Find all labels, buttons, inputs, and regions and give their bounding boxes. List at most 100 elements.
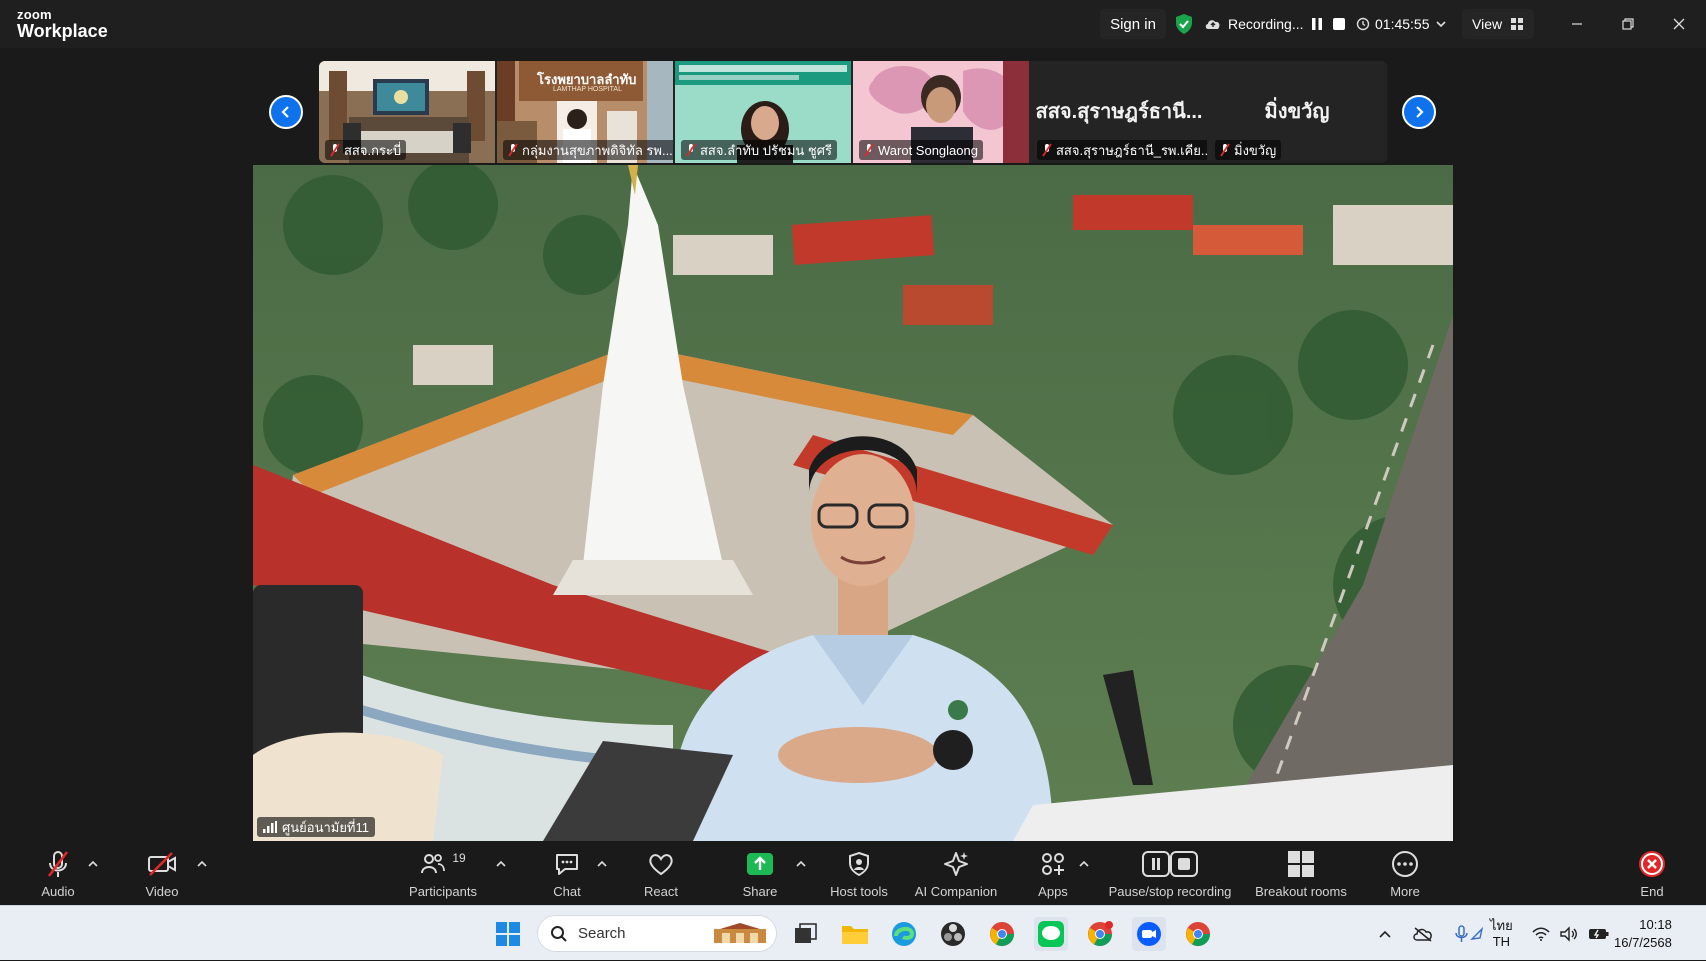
windows-start-icon[interactable] [491,917,525,951]
react-button[interactable]: React [640,843,682,905]
file-explorer-icon[interactable] [838,917,872,951]
participant-name-label: สสจ.สุราษฎร์ธานี_รพ.เคีย... [1037,140,1207,160]
muted-mic-icon [686,143,696,157]
taskbar-clock[interactable]: 10:18 16/7/2568 [1614,916,1672,952]
muted-mic-icon [1042,143,1052,157]
breakout-rooms-button[interactable]: Breakout rooms [1250,843,1352,905]
restore-icon[interactable] [1613,9,1643,39]
end-meeting-icon [1639,851,1665,877]
video-button[interactable]: Video [137,843,187,905]
participants-options-caret-icon[interactable] [495,857,507,869]
zoom-workplace-logo: zoom Workplace [17,8,108,40]
audio-button[interactable]: Audio [34,843,82,905]
encryption-shield-icon[interactable] [1174,9,1194,39]
more-options-icon [1392,851,1418,877]
language-code: TH [1492,933,1511,949]
participant-tile[interactable]: โรงพยาบาลลำทับ LAMTHAP HOSPITAL กลุ่มงาน… [497,61,673,163]
chevron-right-icon [1416,106,1424,118]
participant-name-label: สสจ.กระบี่ [325,140,407,160]
participant-tile[interactable]: สสจ.ลำทับ ปรัชมน ชูศรี [675,61,851,163]
volume-icon [1560,925,1577,942]
meeting-timer[interactable]: 01:45:55 [1356,9,1447,39]
clock-date: 16/7/2568 [1614,935,1672,950]
recording-label: Recording... [1228,16,1304,32]
ai-sparkle-icon [944,852,968,876]
apps-options-caret-icon[interactable] [1078,857,1090,869]
host-tools-button[interactable]: Host tools [826,843,892,905]
share-button[interactable]: Share [740,843,780,905]
speaker-name: ศูนย์อนามัยที่11 [282,819,370,835]
recording-indicator[interactable]: Recording... [1204,9,1347,39]
participant-name: สสจ.ลำทับ ปรัชมน ชูศรี [700,142,832,158]
windows-taskbar: Search ไทย TH 10:18 16/7/2568 [0,905,1706,960]
more-button[interactable]: More [1385,843,1425,905]
host-tools-label: Host tools [830,884,888,899]
participants-button[interactable]: 19 Participants [405,843,481,905]
end-meeting-button[interactable]: End [1634,843,1670,905]
close-icon[interactable] [1664,9,1694,39]
video-options-caret-icon[interactable] [196,857,208,869]
chrome-profile-icon[interactable] [1083,917,1117,951]
task-view-icon[interactable] [789,917,823,951]
pause-recording-icon[interactable] [1309,16,1325,32]
participant-thumbnail-strip: สสจ.กระบี่ โรงพยาบาลลำทับ LAMTHAP HOSPIT… [319,61,1387,163]
line-app-icon[interactable] [1034,917,1068,951]
heart-icon [649,854,673,876]
share-options-caret-icon[interactable] [795,857,807,869]
chrome-second-icon[interactable] [1181,917,1215,951]
speaker-video-feed [253,165,1453,841]
cloud-icon [1205,20,1220,29]
pause-stop-recording-button[interactable]: Pause/stop recording [1105,843,1235,905]
chat-button[interactable]: Chat [547,843,587,905]
muted-mic-icon [508,143,518,157]
chat-options-caret-icon[interactable] [596,857,608,869]
participant-name-label: สสจ.ลำทับ ปรัชมน ชูศรี [681,140,837,160]
zoom-app-icon[interactable] [1132,917,1166,951]
breakout-rooms-label: Breakout rooms [1255,884,1347,899]
participant-name-label: มิ่งขวัญ [1215,140,1282,160]
quick-settings[interactable] [1532,906,1610,961]
microphone-in-use-icon[interactable] [1454,924,1484,943]
audio-options-caret-icon[interactable] [87,857,99,869]
stop-recording-icon[interactable] [1331,16,1347,32]
video-off-icon [148,852,176,876]
show-hidden-icons-chevron-icon[interactable] [1378,927,1392,941]
hospital-sign-en-text: LAMTHAP HOSPITAL [553,86,622,93]
grid-view-icon [1511,18,1524,30]
audio-label: Audio [41,884,75,899]
participant-tile[interactable]: สสจ.สุราษฎร์ธานี... สสจ.สุราษฎร์ธานี_รพ.… [1031,61,1207,163]
battery-charging-icon [1589,928,1609,939]
clock-icon [1356,17,1370,31]
end-label: End [1640,884,1664,899]
participant-tile[interactable]: Warot Songlaong [853,61,1029,163]
obs-icon[interactable] [936,917,970,951]
participant-tile[interactable]: สสจ.กระบี่ [319,61,495,163]
meeting-toolbar: Audio Video 19 Participants Chat React S… [0,843,1706,905]
logo-small-text: zoom [17,7,52,22]
muted-microphone-icon [47,851,69,877]
clock-time: 10:18 [1639,917,1672,932]
apps-button[interactable]: Apps [1036,843,1070,905]
participant-tile[interactable]: มิ่งขวัญ มิ่งขวัญ [1209,61,1385,163]
chevron-down-icon [1435,21,1446,28]
participant-name: สสจ.สุราษฎร์ธานี_รพ.เคีย... [1056,142,1207,158]
active-speaker-video[interactable]: ศูนย์อนามัยที่11 [253,165,1453,841]
title-bar: zoom Workplace Sign in Recording... 01:4… [0,0,1706,48]
taskbar-search-box[interactable]: Search [537,915,777,952]
ai-companion-label: AI Companion [914,884,998,899]
previous-page-arrow[interactable] [269,95,303,129]
edge-browser-icon[interactable] [887,917,921,951]
sign-in-button[interactable]: Sign in [1100,9,1166,39]
participant-display-name: มิ่งขวัญ [1264,101,1330,123]
view-button[interactable]: View [1462,9,1535,39]
onedrive-offline-icon[interactable] [1412,926,1434,942]
participant-display-name: สสจ.สุราษฎร์ธานี... [1035,101,1203,123]
chrome-icon[interactable] [985,917,1019,951]
timer-text: 01:45:55 [1375,16,1430,32]
participant-name: มิ่งขวัญ [1234,142,1277,158]
minimize-icon[interactable] [1562,9,1592,39]
input-language-indicator[interactable]: ไทย TH [1490,906,1513,961]
ai-companion-button[interactable]: AI Companion [912,843,1000,905]
next-page-arrow[interactable] [1402,95,1436,129]
share-screen-icon [747,853,773,875]
